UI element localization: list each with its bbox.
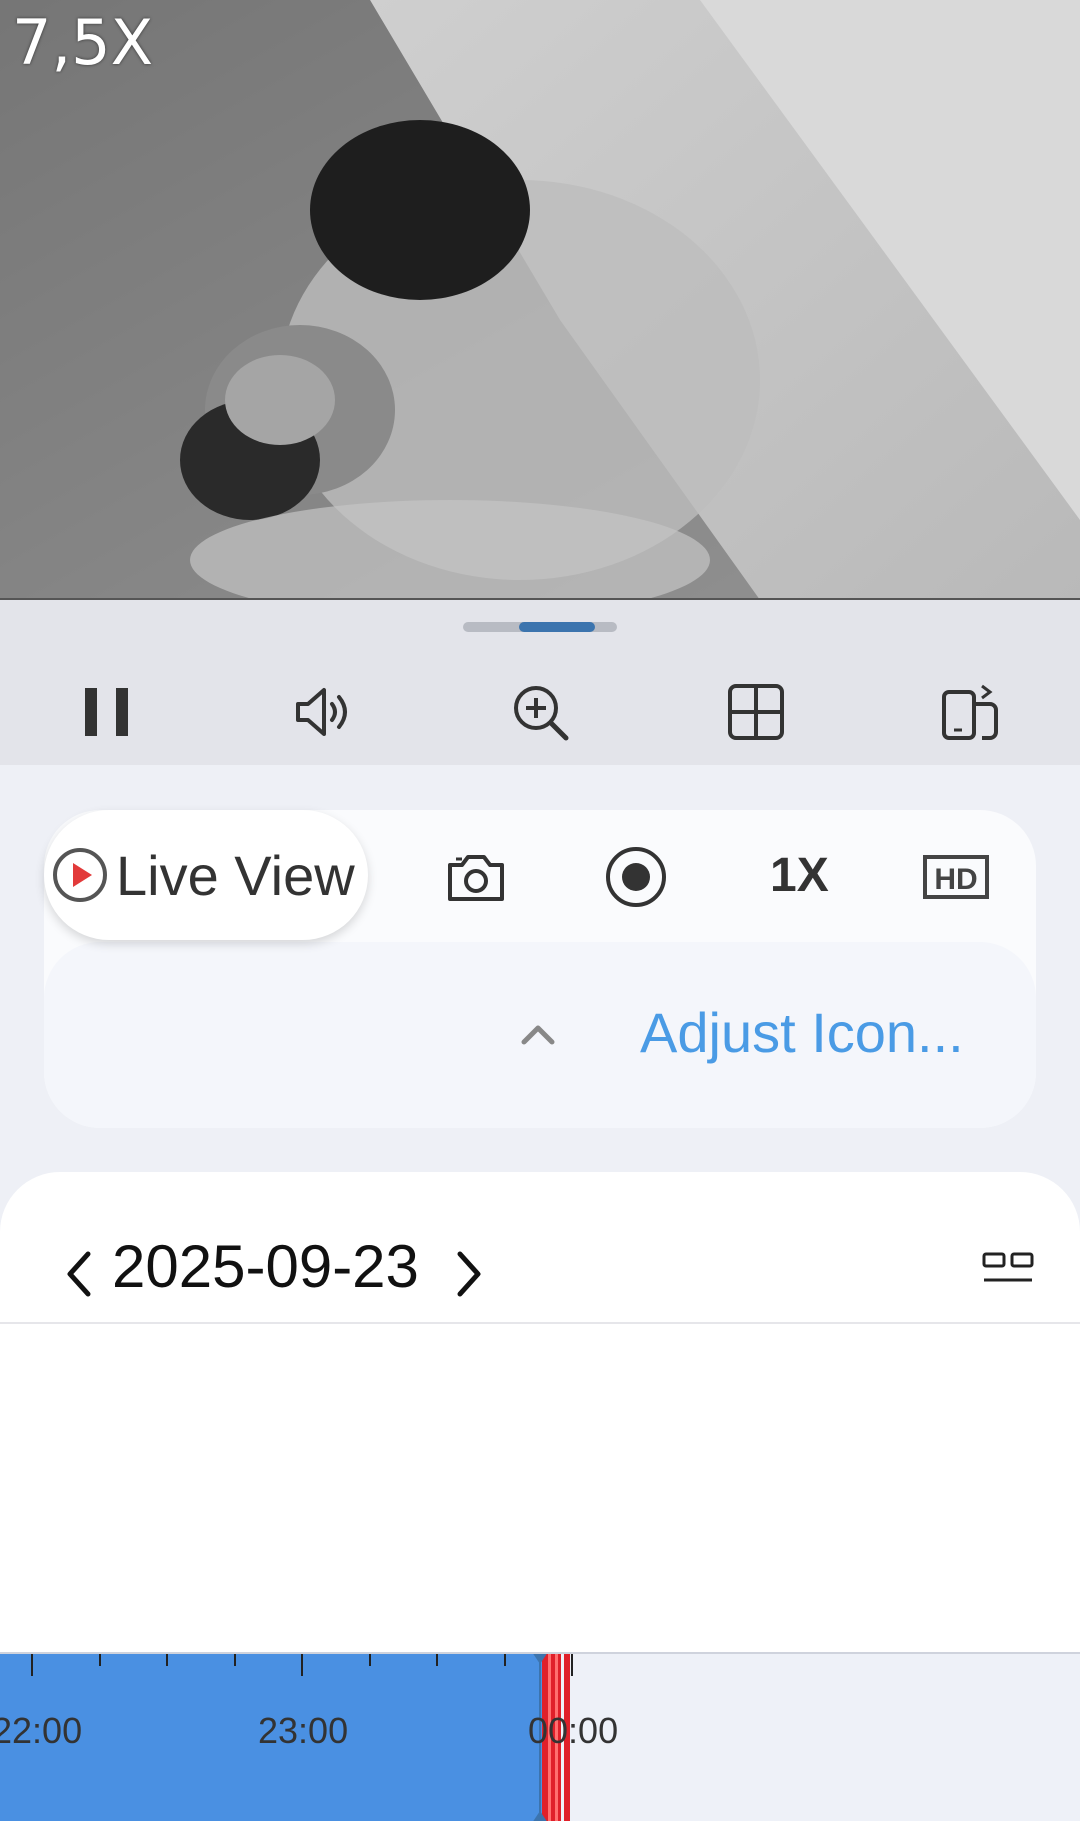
zoom-level-label: 7,5X xyxy=(12,6,154,79)
divider xyxy=(0,1322,1080,1324)
chevron-right-icon[interactable] xyxy=(452,1246,488,1302)
chevron-up-icon[interactable] xyxy=(518,1020,558,1048)
timeline-label-00: 00:00 xyxy=(528,1710,619,1751)
zoom-in-icon[interactable] xyxy=(508,680,572,744)
adjust-icon-link[interactable]: Adjust Icon... xyxy=(640,1000,964,1065)
drawer-handle[interactable] xyxy=(463,622,617,632)
camera-snapshot-icon[interactable] xyxy=(446,845,506,909)
live-view-button[interactable]: Live View xyxy=(44,810,368,940)
grid-layout-icon[interactable] xyxy=(724,680,788,744)
record-icon[interactable] xyxy=(604,845,668,909)
hd-quality-label: HD xyxy=(934,863,977,896)
chevron-left-icon[interactable] xyxy=(60,1246,96,1302)
speaker-icon[interactable] xyxy=(292,680,356,744)
timeline-label-22: 22:00 xyxy=(0,1710,83,1751)
date-label[interactable]: 2025-09-23 xyxy=(112,1232,419,1301)
drawer-handle-indicator xyxy=(519,622,595,632)
timeline-label-23: 23:00 xyxy=(258,1710,349,1751)
playback-speed-button[interactable]: 1X xyxy=(770,848,829,903)
hd-quality-icon[interactable]: HD xyxy=(922,845,990,909)
list-view-icon[interactable] xyxy=(980,1248,1036,1292)
video-frame-image xyxy=(0,0,1080,598)
play-circle-icon xyxy=(53,848,107,902)
video-feed[interactable]: 7,5X xyxy=(0,0,1080,600)
pause-icon[interactable] xyxy=(76,680,140,744)
rotate-screen-icon[interactable] xyxy=(940,680,1004,744)
live-view-label: Live View xyxy=(116,843,355,907)
